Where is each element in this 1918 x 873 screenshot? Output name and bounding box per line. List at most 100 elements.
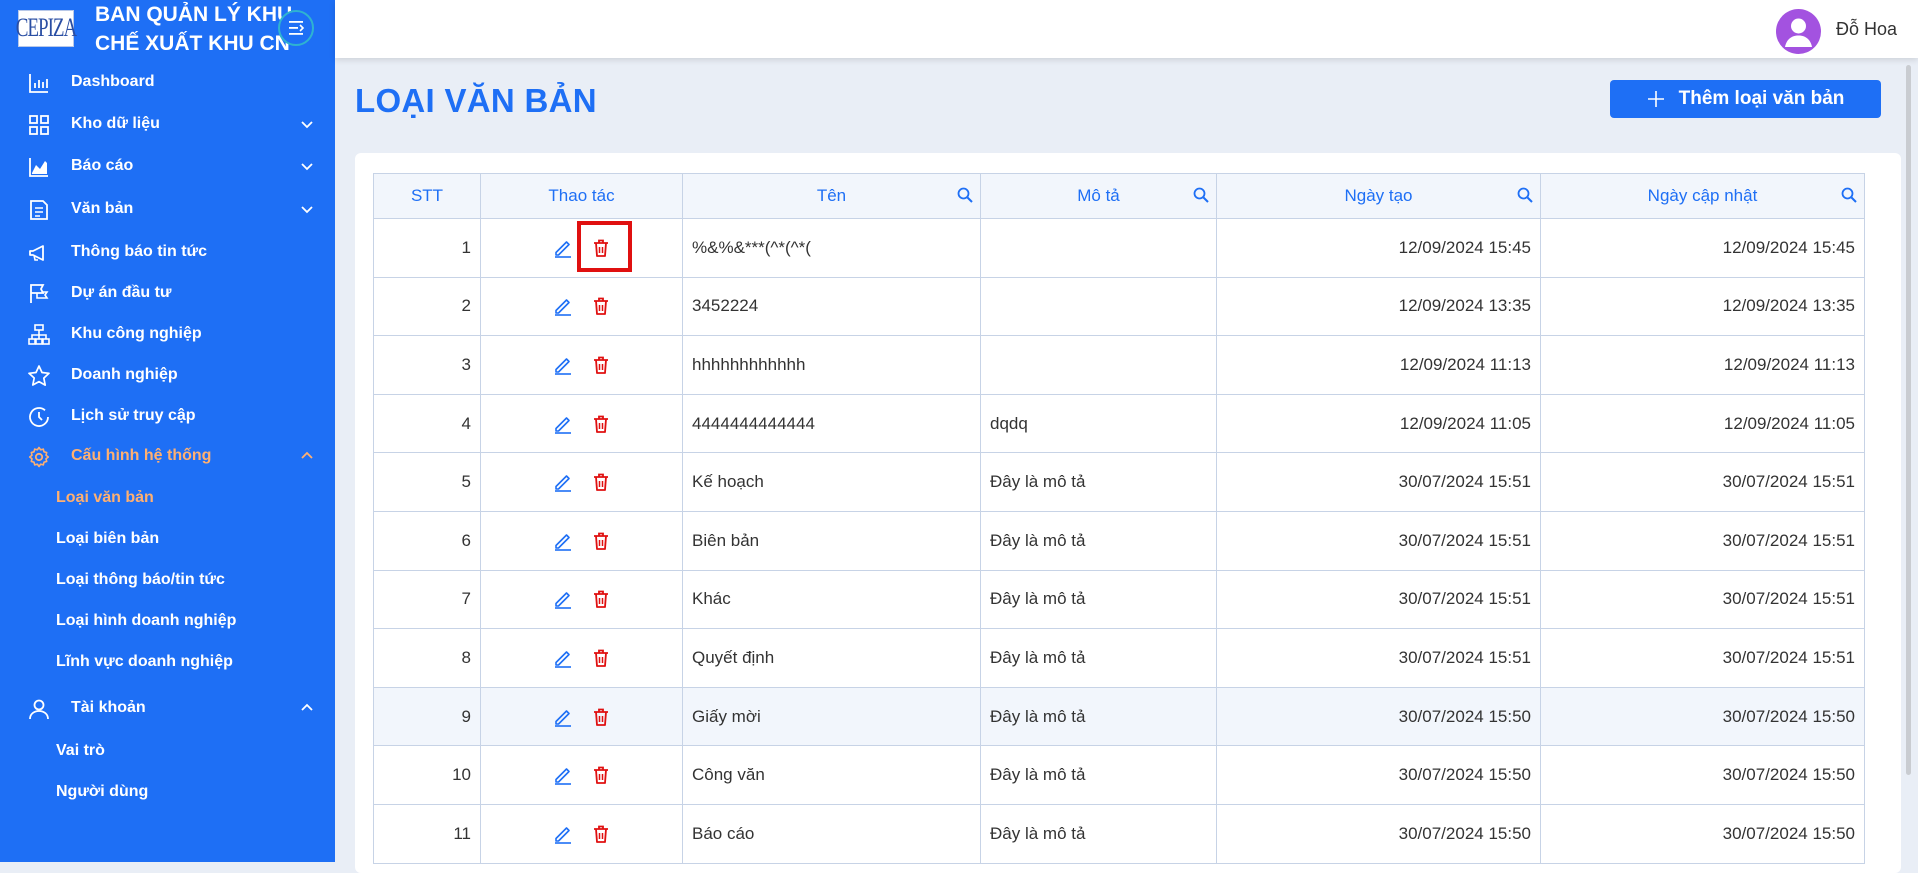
column-header-mo-ta: Mô tả xyxy=(980,173,1217,219)
sidebar-subitem-loai-van-ban[interactable]: Loại văn bản xyxy=(56,489,154,507)
trash-icon[interactable] xyxy=(590,647,612,669)
cell-created: 12/09/2024 11:13 xyxy=(1216,335,1541,395)
column-header-ngay-cap-nhat: Ngày cập nhật xyxy=(1540,173,1865,219)
trash-icon[interactable] xyxy=(590,823,612,845)
trash-icon[interactable] xyxy=(590,471,612,493)
cell-name: 4444444444444 xyxy=(682,393,981,454)
sidebar-item-cau-hinh-he-thong[interactable]: Cấu hình hệ thống xyxy=(0,436,335,476)
sidebar-subitem-linh-vuc-doanh-nghiep[interactable]: Lĩnh vực doanh nghiệp xyxy=(56,653,233,671)
table-row[interactable]: 3 hhhhhhhhhhhh 12/09/2024 11:13 12/09/2024 … xyxy=(373,335,1865,395)
search-icon[interactable] xyxy=(957,187,973,203)
edit-icon[interactable] xyxy=(552,413,574,435)
table-row[interactable]: 8 Quyết định Đây là mô tả 30/07/2024 15:51 3… xyxy=(373,628,1865,688)
cell-name: %&%&***(^*(^*( xyxy=(682,218,981,278)
table-row[interactable]: 1 %&%&***(^*(^*(12/09/2024 15:45 12/09/202… xyxy=(373,218,1865,278)
cell-updated: 12/09/2024 15:45 xyxy=(1540,218,1865,278)
edit-icon[interactable] xyxy=(552,823,574,845)
cell-updated: 12/09/2024 13:35 xyxy=(1540,276,1865,337)
cell-actions xyxy=(480,335,683,395)
logo[interactable]: CEPIZA xyxy=(16,10,77,47)
trash-icon[interactable] xyxy=(590,354,612,376)
table-row[interactable]: 11 Báo cáo Đây là mô tả 30/07/2024 15:50 30/… xyxy=(373,803,1865,864)
sidebar-item-doanh-nghiep[interactable]: Doanh nghiệp xyxy=(0,355,335,395)
sidebar-subitem-nguoi-dung[interactable]: Người dùng xyxy=(56,783,148,801)
trash-icon[interactable] xyxy=(590,706,612,728)
table-row[interactable]: 9 Giấy mời Đây là mô tả 30/07/2024 15:50 30/… xyxy=(373,686,1865,747)
search-icon[interactable] xyxy=(1517,187,1533,203)
username[interactable]: Đỗ Hoa xyxy=(1836,19,1897,40)
search-icon[interactable] xyxy=(1841,187,1857,203)
edit-icon[interactable] xyxy=(552,706,574,728)
trash-icon[interactable] xyxy=(590,413,612,435)
trash-icon[interactable] xyxy=(590,764,612,786)
trash-icon[interactable] xyxy=(590,588,612,610)
chevron-down-icon xyxy=(301,163,313,171)
sidebar-item-lich-su-truy-cap[interactable]: Lịch sử truy cập xyxy=(0,396,335,436)
cell-stt: 7 xyxy=(373,569,481,630)
sidebar-subitem-loai-thong-bao-tin-tuc[interactable]: Loại thông báo/tin tức xyxy=(56,571,225,589)
table-body: 1 %&%&***(^*(^*(12/09/2024 15:45 12/09/202… xyxy=(373,218,1865,864)
trash-icon[interactable] xyxy=(590,295,612,317)
cell-created: 30/07/2024 15:50 xyxy=(1216,745,1541,805)
scrollbar[interactable] xyxy=(1906,65,1911,775)
search-icon[interactable] xyxy=(1193,187,1209,203)
top-bar xyxy=(335,0,1918,58)
sidebar-item-khu-cong-nghiep[interactable]: Khu công nghiệp xyxy=(0,314,335,354)
sidebar-subitem-loai-bien-ban[interactable]: Loại biên bản xyxy=(56,530,159,548)
edit-icon[interactable] xyxy=(552,471,574,493)
gear-icon xyxy=(28,446,50,468)
sidebar-item-kho-du-lieu[interactable]: Kho dữ liệu xyxy=(0,104,335,144)
table-row[interactable]: 4 4444444444444 dqdq 12/09/2024 11:05 12/09/… xyxy=(373,393,1865,454)
cell-created: 30/07/2024 15:51 xyxy=(1216,628,1541,688)
table-row[interactable]: 7 Khác Đây là mô tả 30/07/2024 15:51 30/07/2… xyxy=(373,569,1865,630)
cell-actions xyxy=(480,393,683,454)
cell-name: hhhhhhhhhhhh xyxy=(682,335,981,395)
chevron-down-icon xyxy=(301,121,313,129)
cell-stt: 2 xyxy=(373,276,481,337)
cell-actions xyxy=(480,803,683,864)
user-avatar-icon xyxy=(1785,18,1812,47)
cell-stt: 11 xyxy=(373,803,481,864)
sidebar-item-tai-khoan[interactable]: Tài khoản xyxy=(0,688,335,728)
sidebar-item-bao-cao[interactable]: Báo cáo xyxy=(0,146,335,186)
trash-icon[interactable] xyxy=(590,237,612,259)
cell-name: Biên bản xyxy=(682,510,981,571)
edit-icon[interactable] xyxy=(552,530,574,552)
cell-name: Quyết định xyxy=(682,628,981,688)
column-header-ngay-tao: Ngày tạo xyxy=(1216,173,1541,219)
cell-actions xyxy=(480,218,683,278)
collapse-sidebar-button[interactable] xyxy=(278,10,314,46)
table-row[interactable]: 2 3452224 12/09/2024 13:35 12/09/2024 13:35 xyxy=(373,276,1865,337)
avatar[interactable] xyxy=(1776,9,1821,54)
sidebar-item-du-an-dau-tu[interactable]: Dự án đầu tư xyxy=(0,273,335,313)
cell-updated: 30/07/2024 15:50 xyxy=(1540,686,1865,747)
sidebar-item-thong-bao-tin-tuc[interactable]: Thông báo tin tức xyxy=(0,232,335,272)
bar-chart-icon xyxy=(29,74,48,93)
add-document-type-button[interactable]: Thêm loại văn bản xyxy=(1610,80,1881,118)
cell-stt: 9 xyxy=(373,686,481,747)
cell-actions xyxy=(480,276,683,337)
cell-stt: 10 xyxy=(373,745,481,805)
edit-icon[interactable] xyxy=(552,647,574,669)
table-row[interactable]: 5 Kế hoạch Đây là mô tả 30/07/2024 15:51 30/… xyxy=(373,452,1865,512)
cell-stt: 1 xyxy=(373,218,481,278)
page-title: LOẠI VĂN BẢN xyxy=(355,82,597,119)
edit-icon[interactable] xyxy=(552,354,574,376)
table-row[interactable]: 6 Biên bản Đây là mô tả 30/07/2024 15:51 30/… xyxy=(373,510,1865,571)
table-row[interactable]: 10 Công văn Đây là mô tả 30/07/2024 15:50 30… xyxy=(373,745,1865,805)
sidebar-subitem-loai-hinh-doanh-nghiep[interactable]: Loại hình doanh nghiệp xyxy=(56,612,236,630)
edit-icon[interactable] xyxy=(552,764,574,786)
trash-icon[interactable] xyxy=(590,530,612,552)
edit-icon[interactable] xyxy=(552,237,574,259)
sidebar-item-van-ban[interactable]: Văn bản xyxy=(0,189,335,229)
cell-updated: 30/07/2024 15:51 xyxy=(1540,510,1865,571)
edit-icon[interactable] xyxy=(552,295,574,317)
edit-icon[interactable] xyxy=(552,588,574,610)
sitemap-icon xyxy=(28,324,50,345)
plus-icon xyxy=(1647,91,1664,107)
document-icon xyxy=(30,200,48,220)
area-chart-icon xyxy=(29,158,48,177)
sidebar-subitem-vai-tro[interactable]: Vai trò xyxy=(56,742,105,760)
sidebar-item-dashboard[interactable]: Dashboard xyxy=(0,62,335,102)
cell-description: Đây là mô tả xyxy=(980,745,1217,805)
